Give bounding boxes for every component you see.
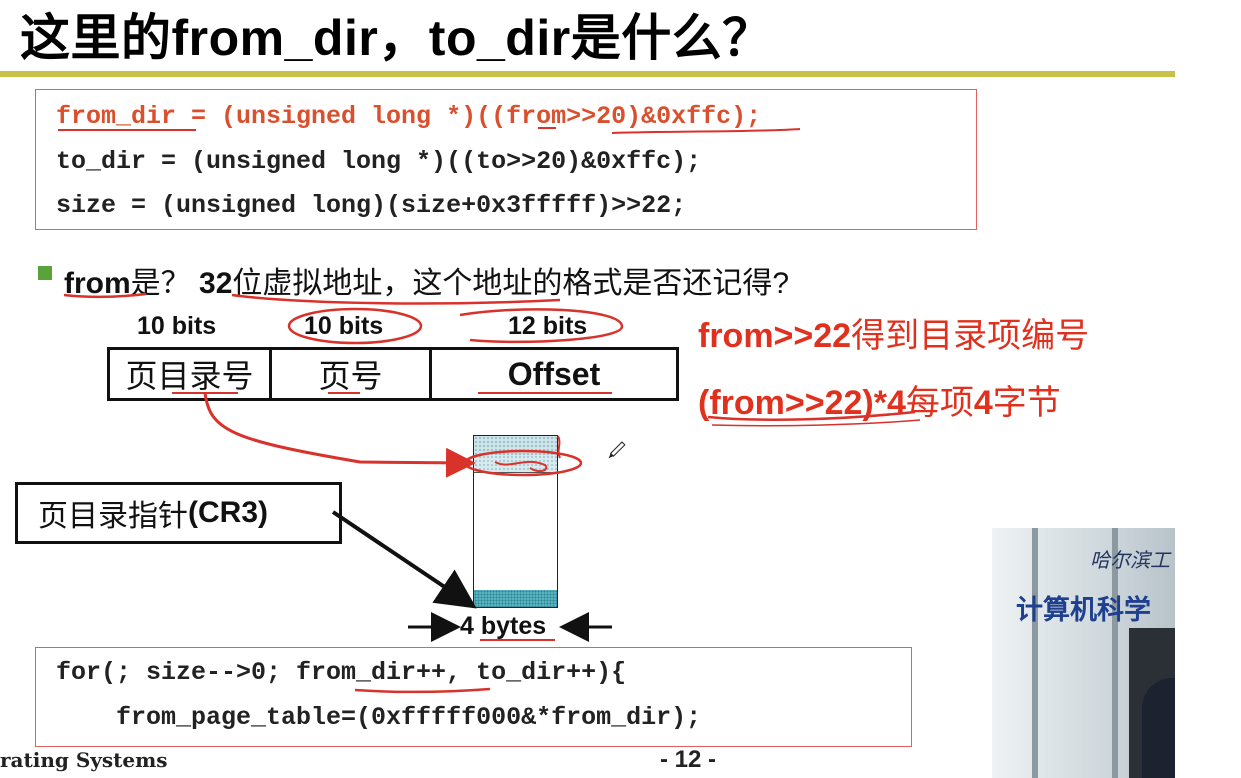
title-underline (0, 71, 1175, 77)
code-block-top: from_dir = (unsigned long *)((from>>20)&… (35, 89, 977, 230)
slide-title: 这里的from_dir，to_dir是什么？ (20, 10, 773, 66)
bits-label-dir: 10 bits (137, 312, 217, 340)
footer-course-name: rating Systems (0, 748, 168, 772)
page-directory-entry-top (474, 436, 557, 456)
code-line-from-dir: from_dir = (unsigned long *)((from>>20)&… (56, 102, 762, 131)
virtual-address-format: 页目录号 页号 Offset (107, 347, 679, 401)
video-window-frame (1032, 528, 1038, 778)
handwritten-index-arrow (203, 392, 476, 478)
video-lecturer (1142, 678, 1175, 778)
note2-bold-a: (from>>22)*4 (698, 384, 906, 422)
field-page-number: 页号 (272, 350, 432, 398)
cr3-label-box: 页目录指针 (CR3) (15, 482, 342, 544)
cr3-label-en: (CR3) (188, 496, 268, 529)
note1-rest: 得到目录项编号 (851, 317, 1090, 355)
question-lead: from (64, 267, 131, 300)
video-dept-sign: 计算机科学 (1016, 595, 1151, 625)
field-page-dir-number: 页目录号 (110, 350, 272, 398)
note2-bold-b: 4 (973, 384, 993, 422)
cr3-label-zh: 页目录指针 (38, 499, 188, 534)
question-middle: 是？ (130, 267, 191, 300)
code-line-to-dir: to_dir = (unsigned long *)((to>>20)&0xff… (56, 147, 702, 176)
four-bytes-label: 4 bytes (460, 612, 547, 640)
note2-rest-a: 每项 (905, 384, 974, 422)
page-directory-table (473, 435, 558, 608)
code-block-bottom: for(; size-->0; from_dir++, to_dir++){ f… (35, 647, 912, 747)
page-directory-entry-selected (474, 455, 557, 473)
bits-label-offset: 12 bits (508, 312, 588, 340)
cr3-pointer-arrow (331, 510, 477, 609)
note2-rest-b: 字节 (992, 384, 1061, 422)
note-dir-index: from>>22得到目录项编号 (698, 308, 1089, 357)
note1-bold: from>>22 (698, 317, 852, 355)
video-school-sign: 哈尔滨工 (1090, 548, 1170, 572)
note-bytes-per-entry: (from>>22)*4每项4字节 (698, 375, 1061, 424)
pen-cursor-icon (608, 441, 626, 459)
code-line-size: size = (unsigned long)(size+0x3fffff)>>2… (56, 191, 687, 220)
page-number: - 12 - (660, 746, 717, 773)
code-line-for: for(; size-->0; from_dir++, to_dir++){ (56, 658, 627, 687)
question-line: from是？ 32位虚拟地址，这个地址的格式是否还记得? (64, 258, 789, 302)
code-line-from-page-table: from_page_table=(0xfffff000&*from_dir); (56, 703, 702, 732)
question-rest: 位虚拟地址，这个地址的格式是否还记得? (232, 267, 790, 300)
field-offset: Offset (507, 355, 601, 392)
bullet-square-icon (38, 266, 52, 280)
page-directory-entry-base (474, 590, 557, 607)
question-num: 32 (199, 267, 233, 300)
lecturer-video-feed: 哈尔滨工 计算机科学 (992, 528, 1175, 778)
handwritten-mark-column (557, 435, 561, 459)
bits-label-page: 10 bits (304, 312, 384, 340)
